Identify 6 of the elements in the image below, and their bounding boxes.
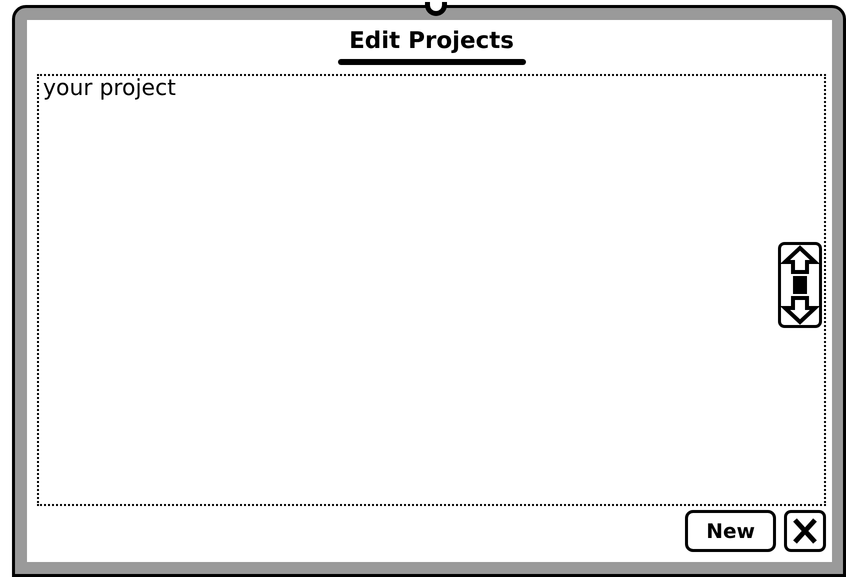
window-title: Edit Projects bbox=[349, 28, 514, 54]
close-button[interactable] bbox=[784, 510, 826, 552]
close-icon bbox=[792, 517, 818, 545]
new-button[interactable]: New bbox=[685, 510, 776, 552]
scroll-arrows-icon[interactable] bbox=[778, 242, 822, 328]
project-item[interactable]: your project bbox=[39, 76, 824, 102]
